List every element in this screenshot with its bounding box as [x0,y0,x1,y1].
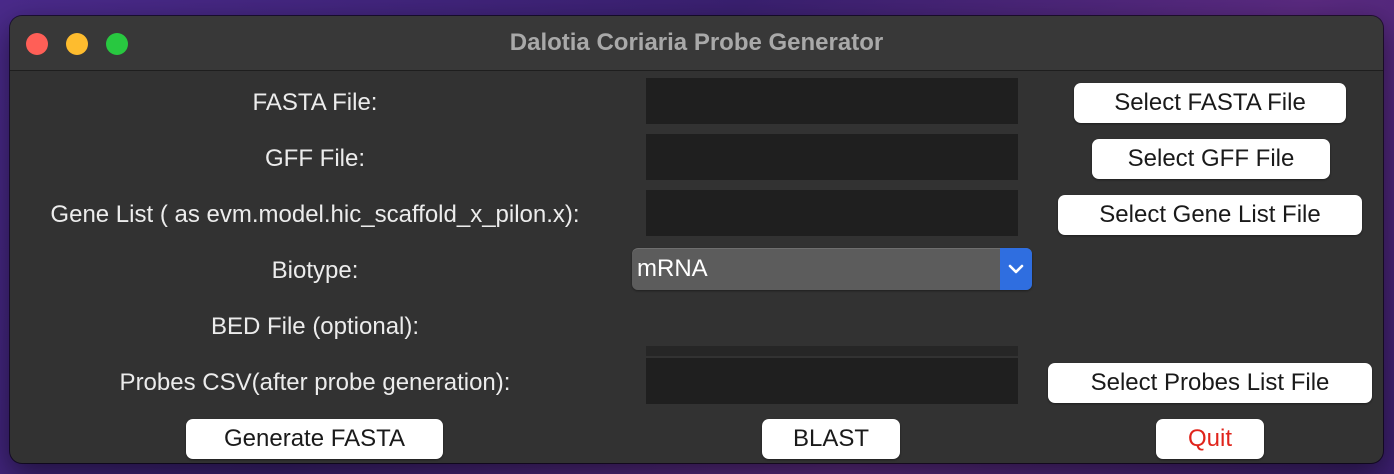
chevron-down-icon[interactable] [1000,248,1032,290]
fasta-file-field[interactable] [646,78,1018,124]
quit-button[interactable]: Quit [1156,419,1264,459]
gene-list-label: Gene List ( as evm.model.hic_scaffold_x_… [50,201,580,228]
biotype-label: Biotype: [271,257,359,284]
window-title: Dalotia Coriaria Probe Generator [509,29,884,56]
select-gff-file-button[interactable]: Select GFF File [1092,139,1330,179]
select-gene-list-file-button[interactable]: Select Gene List File [1058,195,1362,235]
select-probes-list-file-button[interactable]: Select Probes List File [1048,363,1372,403]
biotype-select[interactable]: mRNA [632,248,1032,290]
bed-file-label: BED File (optional): [210,313,420,340]
app-window: Dalotia Coriaria Probe Generator FASTA F… [10,16,1383,463]
bed-file-field[interactable] [646,346,1018,356]
fasta-file-label: FASTA File: [252,89,378,116]
title-bar: Dalotia Coriaria Probe Generator [10,16,1383,71]
select-fasta-file-button[interactable]: Select FASTA File [1074,83,1346,123]
gene-list-field[interactable] [646,190,1018,236]
blast-button[interactable]: BLAST [762,419,900,459]
generate-fasta-button[interactable]: Generate FASTA [186,419,443,459]
gff-file-field[interactable] [646,134,1018,180]
biotype-selected-value: mRNA [637,255,708,282]
gff-file-label: GFF File: [265,145,365,172]
probes-csv-field[interactable] [646,358,1018,404]
probes-csv-label: Probes CSV(after probe generation): [119,369,511,396]
